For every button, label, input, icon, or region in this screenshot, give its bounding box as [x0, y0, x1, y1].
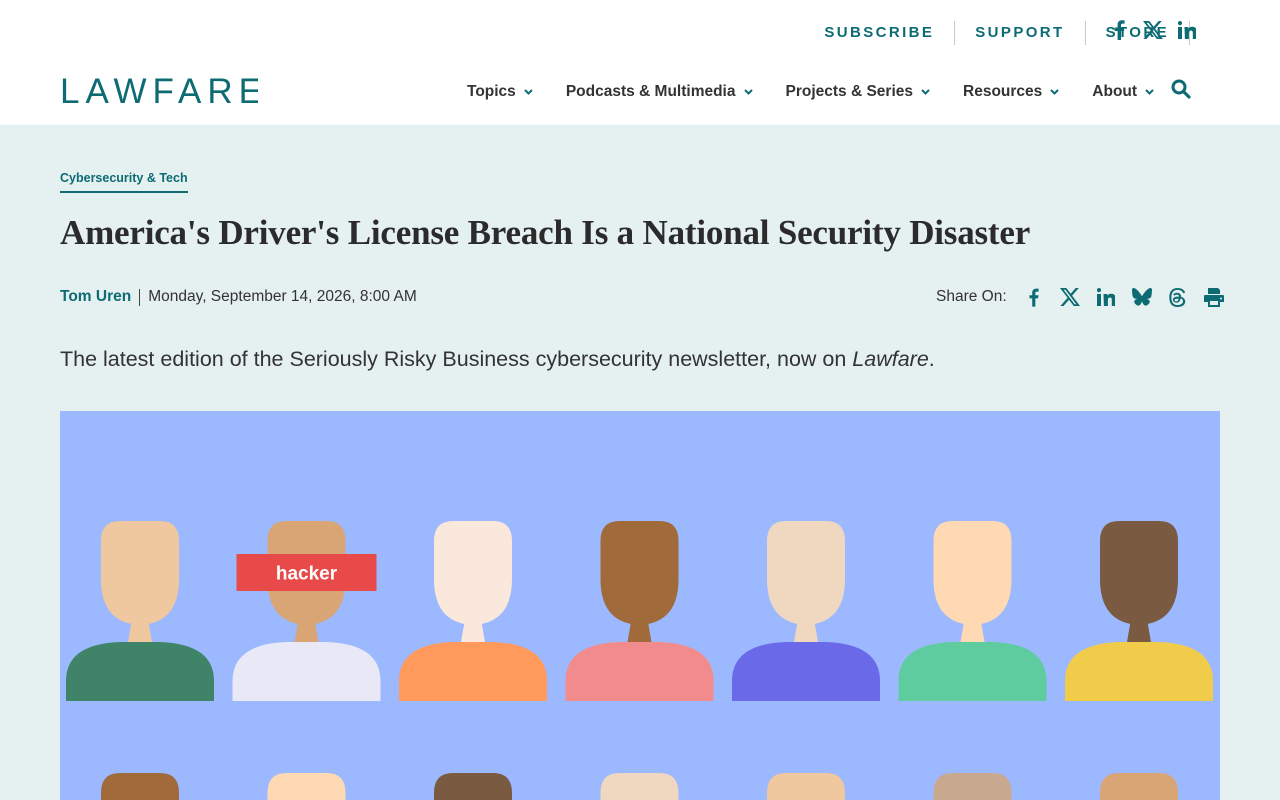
share-label: Share On: [936, 288, 1007, 305]
site-logo[interactable]: LAWFARE [60, 74, 258, 106]
person-figure [1065, 521, 1213, 701]
publish-date: Monday, September 14, 2026, 8:00 AM [148, 288, 417, 305]
search-icon[interactable] [1171, 79, 1191, 104]
article-dek: The latest edition of the Seriously Risk… [60, 347, 935, 372]
chevron-down-icon [1145, 89, 1154, 95]
nav-item-projects[interactable]: Projects & Series [786, 80, 931, 104]
hero-illustration: hacker [66, 521, 1213, 800]
author-link[interactable]: Tom Uren [60, 288, 131, 306]
nav-label: About [1092, 83, 1138, 100]
dek-text: The latest edition of the Seriously Risk… [60, 347, 853, 371]
person-head [1100, 773, 1178, 800]
nav-label: Podcasts & Multimedia [565, 83, 736, 100]
person-head [767, 773, 845, 800]
bluesky-icon[interactable] [1131, 285, 1153, 309]
print-icon[interactable] [1203, 285, 1225, 309]
facebook-icon[interactable] [1108, 18, 1130, 42]
chevron-down-icon [524, 89, 533, 95]
linkedin-icon[interactable] [1095, 285, 1117, 309]
article-area: Cybersecurity & Tech America's Driver's … [0, 125, 1280, 800]
nav-item-resources[interactable]: Resources [963, 80, 1059, 104]
byline: Tom Uren Monday, September 14, 2026, 8:0… [60, 288, 417, 306]
threads-icon[interactable] [1167, 285, 1189, 309]
person-figure [399, 521, 547, 701]
article-title: America's Driver's License Breach Is a N… [60, 213, 1031, 252]
nav-label: Projects & Series [785, 83, 914, 100]
person-head [933, 773, 1012, 800]
nav-label: Resources [963, 83, 1043, 100]
linkedin-icon[interactable] [1176, 18, 1198, 42]
main-nav: Topics Podcasts & Multimedia Projects & … [467, 80, 1187, 104]
chevron-down-icon [921, 89, 930, 95]
x-icon[interactable] [1059, 285, 1081, 309]
person-head [267, 773, 346, 800]
dek-end: . [928, 347, 935, 371]
support-link[interactable]: SUPPORT [955, 21, 1084, 45]
dek-italic: Lawfare [852, 347, 929, 371]
header-social [1108, 18, 1198, 42]
person-head [434, 773, 512, 800]
logo-text: LAWFARE [60, 74, 258, 106]
nav-label: Topics [467, 83, 516, 100]
chevron-down-icon [1050, 89, 1059, 95]
person-figure [565, 521, 714, 701]
person-figure [66, 521, 214, 701]
nav-item-podcasts[interactable]: Podcasts & Multimedia [566, 80, 753, 104]
category-link[interactable]: Cybersecurity & Tech [60, 171, 188, 193]
person-head [600, 773, 679, 800]
nav-item-about[interactable]: About [1092, 80, 1154, 104]
share-bar: Share On: [936, 285, 1225, 309]
divider [139, 288, 141, 306]
facebook-icon[interactable] [1023, 285, 1045, 309]
person-figure [732, 521, 880, 701]
nav-item-topics[interactable]: Topics [467, 80, 533, 104]
x-icon[interactable] [1142, 18, 1164, 42]
hacker-label: hacker [236, 554, 377, 591]
person-figure [232, 521, 381, 701]
svg-text:hacker: hacker [276, 564, 338, 585]
person-head [101, 773, 179, 800]
subscribe-link[interactable]: SUBSCRIBE [804, 21, 954, 45]
hero-image: hacker [60, 411, 1220, 800]
site-header: SUBSCRIBE SUPPORT STORE LAWFARE Topics P… [0, 0, 1280, 125]
chevron-down-icon [743, 89, 753, 95]
person-figure [898, 521, 1047, 701]
